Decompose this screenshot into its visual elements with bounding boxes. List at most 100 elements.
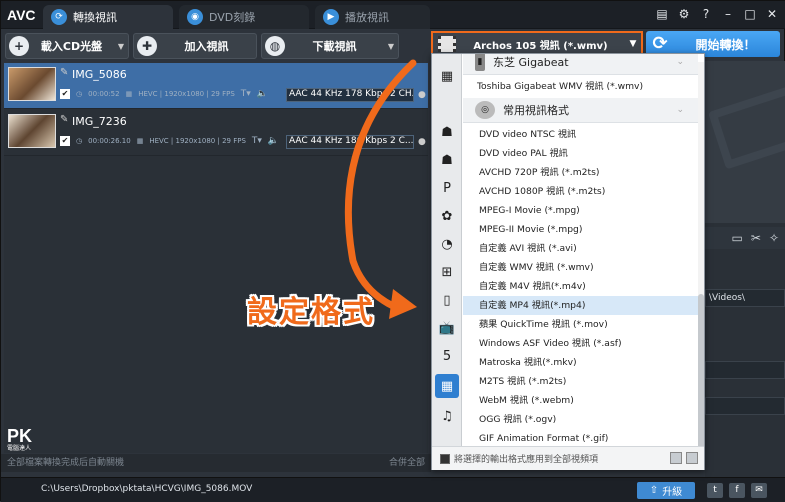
html5-icon[interactable]: 5 [435,344,459,368]
output-path-field[interactable]: \Videos\ [705,289,785,307]
huawei-icon[interactable]: ✿ [435,204,459,228]
chevron-down-icon[interactable]: ▼ [114,42,128,51]
right-panel: ▭ ✂ ✧ \Videos\ [705,61,785,477]
current-file-path: C:\Users\Dropbox\pktata\HCVG\IMG_5086.MO… [41,484,253,494]
list-item[interactable]: OGG 視訊 (*.ogv) [463,410,698,429]
tab-convert[interactable]: ⟳ 轉換視訊 [43,5,173,29]
list-item[interactable]: GIF Animation Format (*.gif) [463,429,698,446]
window-controls: ▤ ⚙ ? – □ ✕ [654,6,780,22]
main-toolbar: + 載入CD光盤 ▼ ✚ 加入視訊 ◍ 下載視訊 ▼ [1,29,431,63]
title-bar: AVC ⟳ 轉換視訊 ◉ DVD刻錄 ▶ 播放視訊 ▤ ⚙ ? – □ ✕ [1,1,785,29]
scissors-icon[interactable]: ✂ [751,231,761,245]
speaker-icon: 🔈 [256,89,268,99]
list-item[interactable]: MPEG-II Movie (*.mpg) [463,220,698,239]
tab-dvd[interactable]: ◉ DVD刻錄 [179,5,309,29]
tab-label: DVD刻錄 [209,11,256,24]
status-bar: C:\Users\Dropbox\pktata\HCVG\IMG_5086.MO… [1,477,785,502]
list-item[interactable]: MPEG-I Movie (*.mpg) [463,201,698,220]
all-devices-icon[interactable]: ▦ [435,64,459,88]
menu-icon[interactable]: ▤ [654,6,670,22]
chevron-down-icon[interactable]: ▼ [384,42,398,51]
group-common-video[interactable]: ◎ 常用視訊格式 ⌄ [463,98,698,123]
apply-all-checkbox[interactable] [440,454,450,464]
help-icon[interactable]: ? [698,6,714,22]
device-icon: ▮ [475,54,485,71]
file-list: ✎ IMG_5086 ✔ ◷ 00:00:52 ▦ HEVC | 1920x10… [4,63,428,453]
convert-icon: ⟳ [51,9,67,25]
playstation-icon[interactable]: P [435,176,459,200]
setting-field[interactable] [705,397,785,415]
gear-icon[interactable]: ⚙ [676,6,692,22]
list-item[interactable]: AVCHD 720P 視訊 (*.m2ts) [463,163,698,182]
load-cd-button[interactable]: + 載入CD光盤 ▼ [5,33,129,59]
comment-icon[interactable]: ● [418,137,426,147]
tv-icon[interactable]: 📺 [435,316,459,340]
checkbox[interactable]: ✔ [60,136,70,146]
format-list-scrollbar[interactable] [698,62,704,450]
upgrade-button[interactable]: ⇧ 升級 [637,482,695,499]
audio-track-select[interactable]: AAC 44 KHz 186 Kbps 2 C... [286,135,414,149]
lg-icon[interactable]: ◔ [435,232,459,256]
list-item[interactable]: ✎ IMG_5086 ✔ ◷ 00:00:52 ▦ HEVC | 1920x10… [4,63,428,109]
output-format-value: Archos 105 視訊 (*.wmv) [473,40,608,52]
phone-icon[interactable]: ▯ [435,288,459,312]
list-item[interactable]: ✎ IMG_7236 ✔ ◷ 00:00:26.10 ▦ HEVC | 1920… [4,110,428,156]
android-samsung-icon[interactable]: ☗ [435,120,459,144]
film-icon [438,36,456,52]
right-toolbar: ▭ ✂ ✧ [705,227,785,249]
list-item[interactable]: 自定義 WMV 視訊 (*.wmv) [463,258,698,277]
speaker-icon: 🔈 [267,136,280,146]
minimize-icon[interactable]: – [720,6,736,22]
twitter-icon[interactable]: t [707,483,723,498]
annotation-text: 設定格式 [247,295,375,330]
scrollbar-thumb[interactable] [698,294,704,450]
list-item[interactable]: AVCHD 1080P 視訊 (*.m2ts) [463,182,698,201]
windows-icon[interactable]: ⊞ [435,260,459,284]
music-icon[interactable]: ♫ [435,404,459,428]
list-item[interactable]: 自定義 AVI 視訊 (*.avi) [463,239,698,258]
message-icon[interactable]: ✉ [751,483,767,498]
copy-icon[interactable] [670,452,682,464]
list-item[interactable]: DVD video NTSC 視訊 [463,125,698,144]
comment-icon[interactable]: ● [418,90,426,100]
list-item[interactable]: M2TS 視訊 (*.m2ts) [463,372,698,391]
merge-all-label[interactable]: 合併全部 [389,454,425,472]
setting-select[interactable] [705,361,785,379]
chevron-down-icon[interactable]: ⌄ [676,105,684,115]
list-item[interactable]: WebM 視訊 (*.webm) [463,391,698,410]
apple-icon[interactable] [435,92,459,116]
android-icon[interactable]: ☗ [435,148,459,172]
play-icon: ▶ [323,9,339,25]
checkbox[interactable]: ✔ [60,89,70,99]
list-item-selected[interactable]: 自定義 MP4 視訊(*.mp4) [463,296,698,315]
bottom-options: 全部檔案轉換完成后自動關機 合併全部 [1,454,431,472]
add-video-button[interactable]: ✚ 加入視訊 [133,33,257,59]
load-cd-label: 載入CD光盤 [40,40,103,53]
dropdown-footer: 將選擇的輸出格式應用到全部視頻項 [432,446,704,470]
auto-shutdown-label[interactable]: 全部檔案轉換完成后自動關機 [7,458,124,468]
app-window: AVC ⟳ 轉換視訊 ◉ DVD刻錄 ▶ 播放視訊 ▤ ⚙ ? – □ ✕ + … [0,0,785,502]
edit-icon[interactable]: ✎ [60,67,68,78]
audio-track-select[interactable]: AAC 44 KHz 178 Kbps 2 CH... [286,88,414,102]
group-toshiba[interactable]: ▮ 东芝 Gigabeat ⌄ [463,54,698,75]
clock-icon: ◷ [76,90,83,98]
paste-icon[interactable] [686,452,698,464]
tab-play[interactable]: ▶ 播放視訊 [315,5,430,29]
magic-icon[interactable]: ✧ [769,231,779,245]
maximize-icon[interactable]: □ [742,6,758,22]
video-format-icon[interactable]: ▦ [435,374,459,398]
crop-icon[interactable]: ▭ [732,231,743,245]
chevron-down-icon[interactable]: ⌄ [676,57,684,67]
chevron-down-icon[interactable]: ▼ [625,39,641,49]
list-item[interactable]: DVD video PAL 視訊 [463,144,698,163]
download-video-button[interactable]: ◍ 下載視訊 ▼ [261,33,399,59]
edit-icon[interactable]: ✎ [60,114,68,125]
film-decoration [707,84,785,170]
list-item[interactable]: Toshiba Gigabeat WMV 視訊 (*.wmv) [463,77,698,96]
list-item[interactable]: 自定義 M4V 視訊(*.m4v) [463,277,698,296]
list-item[interactable]: Matroska 視訊(*.mkv) [463,353,698,372]
close-icon[interactable]: ✕ [764,6,780,22]
list-item[interactable]: Windows ASF Video 視訊 (*.asf) [463,334,698,353]
facebook-icon[interactable]: f [729,483,745,498]
list-item[interactable]: 蘋果 QuickTime 視訊 (*.mov) [463,315,698,334]
